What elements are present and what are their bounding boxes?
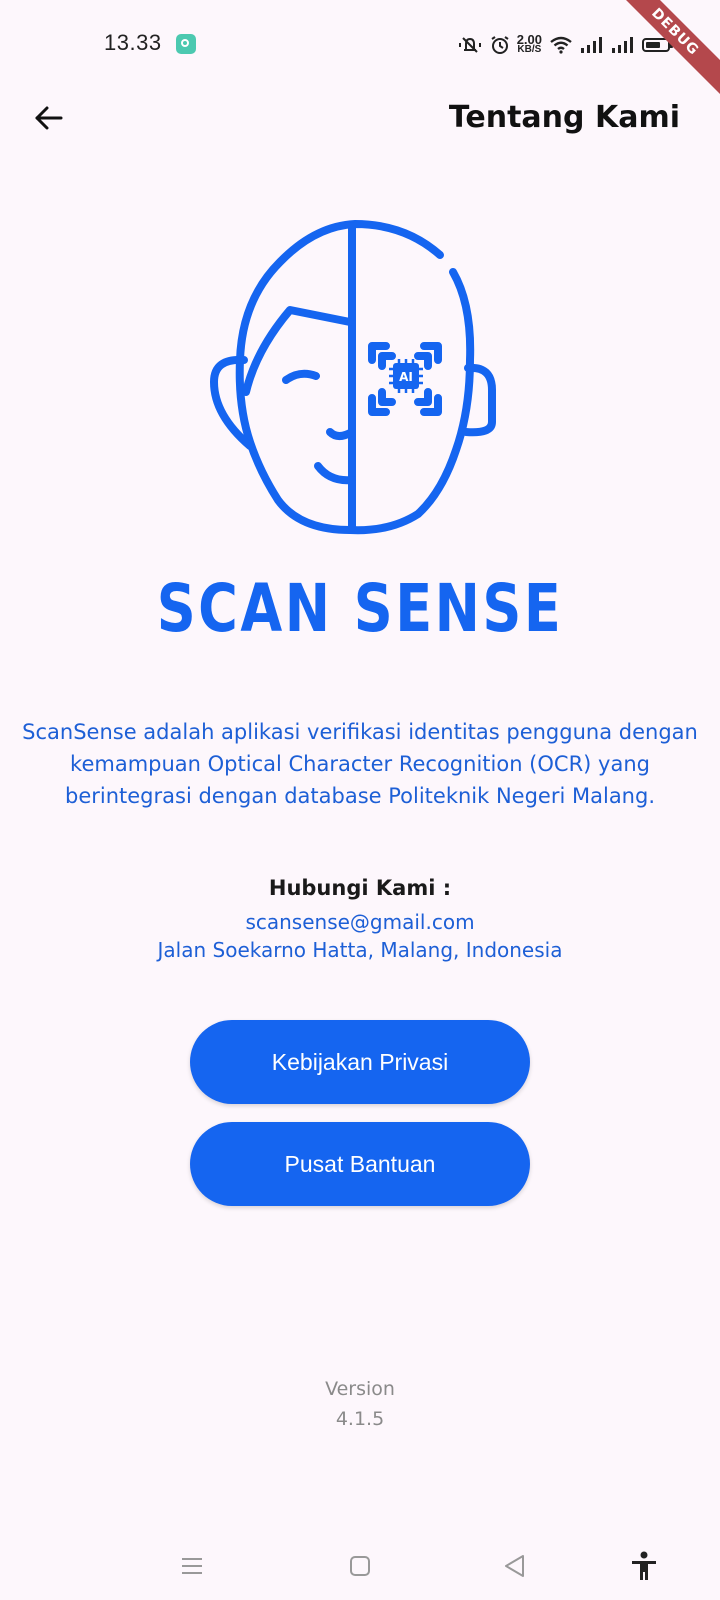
accessibility-icon: [632, 1551, 656, 1580]
signal-icon: [581, 37, 602, 53]
brand-name: SCAN SENSE: [156, 570, 564, 647]
mute-vibrate-icon: [458, 37, 481, 53]
contact-heading: Hubungi Kami :: [268, 876, 452, 900]
signal-icon: [612, 37, 633, 53]
home-button[interactable]: [340, 1550, 380, 1582]
status-time: 13.33: [104, 30, 162, 55]
back-button[interactable]: [28, 98, 68, 138]
chat-app-icon: [176, 34, 196, 54]
version-number: 4.1.5: [335, 1408, 385, 1430]
wifi-icon: [550, 36, 572, 54]
system-navigation-bar: [0, 1530, 720, 1600]
accessibility-button[interactable]: [624, 1550, 664, 1582]
help-center-button[interactable]: Pusat Bantuan: [190, 1122, 530, 1206]
version-label: Version: [325, 1378, 395, 1400]
menu-icon: [182, 1558, 202, 1574]
contact-email[interactable]: scansense@gmail.com: [0, 910, 720, 934]
arrow-left-icon: [35, 106, 63, 130]
app-description: ScanSense adalah aplikasi verifikasi ide…: [22, 720, 698, 808]
net-speed-unit: KB/S: [517, 44, 542, 55]
contact-address: Jalan Soekarno Hatta, Malang, Indonesia: [157, 938, 563, 962]
back-icon: [505, 1555, 524, 1577]
alarm-icon: [491, 36, 509, 54]
privacy-policy-button[interactable]: Kebijakan Privasi: [190, 1020, 530, 1104]
home-icon: [350, 1556, 370, 1576]
ai-badge-text: AI: [399, 370, 413, 384]
status-icons: 2.00 KB/S: [457, 32, 673, 58]
page-title: Tentang Kami: [448, 100, 680, 135]
menu-button[interactable]: [172, 1550, 212, 1582]
nav-back-button[interactable]: [494, 1550, 534, 1582]
scansense-logo: AI: [210, 220, 496, 535]
network-speed: 2.00 KB/S: [517, 33, 542, 55]
